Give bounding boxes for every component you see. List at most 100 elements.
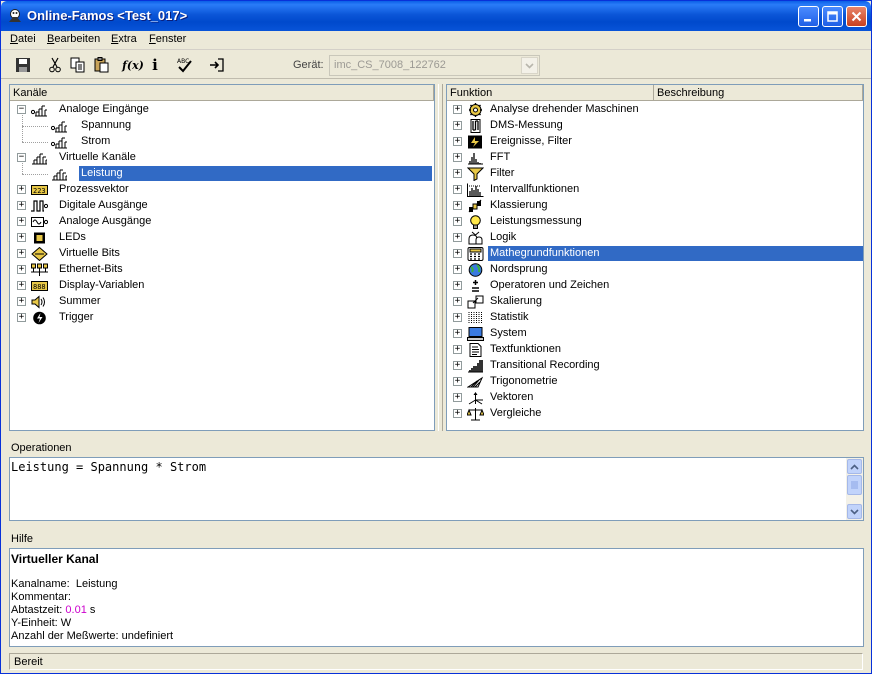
function-item[interactable]: + System xyxy=(447,326,863,342)
function-item[interactable]: + Analyse drehender Maschinen xyxy=(447,102,863,118)
function-item[interactable]: + DMS-Messung xyxy=(447,118,863,134)
expand-icon[interactable]: + xyxy=(453,185,462,194)
vertical-splitter[interactable] xyxy=(438,84,443,431)
function-item[interactable]: + Klassierung xyxy=(447,198,863,214)
channel-item[interactable]: + Analoge Ausgänge xyxy=(10,214,434,230)
expand-icon[interactable]: + xyxy=(453,297,462,306)
operations-editor[interactable]: Leistung = Spannung * Strom xyxy=(11,460,206,474)
function-button[interactable]: f(x) xyxy=(122,55,144,75)
channel-item[interactable]: Strom xyxy=(10,134,434,150)
expand-icon[interactable]: + xyxy=(453,345,462,354)
spellcheck-button[interactable]: ABC xyxy=(175,55,195,75)
expand-icon[interactable]: + xyxy=(453,105,462,114)
function-item[interactable]: + Skalierung xyxy=(447,294,863,310)
channel-item[interactable]: +888 Display-Variablen xyxy=(10,278,434,294)
expand-icon[interactable]: + xyxy=(17,249,26,258)
statistics-icon xyxy=(467,311,484,325)
function-item[interactable]: + Ereignisse, Filter xyxy=(447,134,863,150)
vectors-icon xyxy=(467,391,484,405)
function-item[interactable]: + Operatoren und Zeichen xyxy=(447,278,863,294)
computer-icon xyxy=(467,327,484,341)
channel-item-label: Strom xyxy=(81,135,111,147)
function-item[interactable]: + Textfunktionen xyxy=(447,342,863,358)
scroll-down-button[interactable] xyxy=(847,504,862,519)
expand-icon[interactable]: + xyxy=(17,185,26,194)
digital-output-icon xyxy=(31,199,49,213)
expand-icon[interactable]: + xyxy=(453,137,462,146)
menu-fenster[interactable]: Fenster xyxy=(149,33,186,45)
channels-column-header[interactable]: Kanäle xyxy=(10,85,434,101)
function-item[interactable]: + Mathegrundfunktionen xyxy=(447,246,863,262)
description-column-header[interactable]: Beschreibung xyxy=(654,85,863,101)
expand-icon[interactable]: + xyxy=(453,201,462,210)
channel-item[interactable]: Spannung xyxy=(10,118,434,134)
title-bar[interactable]: Online-Famos <Test_017> xyxy=(1,1,871,31)
function-column-header[interactable]: Funktion xyxy=(447,85,654,101)
expand-icon[interactable]: + xyxy=(453,217,462,226)
function-item[interactable]: + Statistik xyxy=(447,310,863,326)
expand-icon[interactable]: + xyxy=(453,233,462,242)
expand-icon[interactable]: + xyxy=(453,393,462,402)
collapse-icon[interactable]: − xyxy=(17,153,26,162)
collapse-icon[interactable]: − xyxy=(17,105,26,114)
paste-button[interactable] xyxy=(92,55,112,75)
expand-icon[interactable]: + xyxy=(453,169,462,178)
channel-item[interactable]: + Digitale Ausgänge xyxy=(10,198,434,214)
function-item[interactable]: + Intervallfunktionen xyxy=(447,182,863,198)
channel-item[interactable]: + LEDs xyxy=(10,230,434,246)
menu-datei[interactable]: Datei xyxy=(10,33,36,45)
function-item[interactable]: + Trigonometrie xyxy=(447,374,863,390)
expand-icon[interactable]: + xyxy=(17,233,26,242)
channel-item-label: Digitale Ausgänge xyxy=(59,199,148,211)
expand-icon[interactable]: + xyxy=(17,297,26,306)
function-item[interactable]: + Vergleiche xyxy=(447,406,863,422)
expand-icon[interactable]: + xyxy=(17,265,26,274)
scales-icon xyxy=(466,407,485,421)
expand-icon[interactable]: + xyxy=(17,281,26,290)
function-item[interactable]: + Nordsprung xyxy=(447,262,863,278)
function-item[interactable]: + Vektoren xyxy=(447,390,863,406)
function-item[interactable]: + Leistungsmessung xyxy=(447,214,863,230)
function-item[interactable]: + Filter xyxy=(447,166,863,182)
function-item[interactable]: + Transitional Recording xyxy=(447,358,863,374)
expand-icon[interactable]: + xyxy=(453,409,462,418)
channel-item[interactable]: + Summer xyxy=(10,294,434,310)
channel-item[interactable]: − Analoge Eingänge xyxy=(10,102,434,118)
expand-icon[interactable]: + xyxy=(453,281,462,290)
expand-icon[interactable]: + xyxy=(17,201,26,210)
expand-icon[interactable]: + xyxy=(453,153,462,162)
function-item[interactable]: + FFT xyxy=(447,150,863,166)
close-button[interactable] xyxy=(846,6,867,27)
expand-icon[interactable]: + xyxy=(453,377,462,386)
operations-scrollbar[interactable] xyxy=(846,458,863,520)
expand-icon[interactable]: + xyxy=(453,265,462,274)
channel-item[interactable]: + Virtuelle Bits xyxy=(10,246,434,262)
expand-icon[interactable]: + xyxy=(453,361,462,370)
scroll-up-button[interactable] xyxy=(847,459,862,474)
function-item[interactable]: + Logik xyxy=(447,230,863,246)
info-button[interactable]: i xyxy=(145,55,165,75)
function-item-label: Intervallfunktionen xyxy=(490,183,580,195)
channel-item[interactable]: Leistung xyxy=(10,166,434,182)
function-item-label: Textfunktionen xyxy=(490,343,561,355)
expand-icon[interactable]: + xyxy=(453,249,462,258)
menu-bearbeiten[interactable]: Bearbeiten xyxy=(47,33,100,45)
expand-icon[interactable]: + xyxy=(453,121,462,130)
channel-item[interactable]: + Trigger xyxy=(10,310,434,326)
expand-icon[interactable]: + xyxy=(453,313,462,322)
channel-item[interactable]: +223 Prozessvektor xyxy=(10,182,434,198)
scroll-thumb[interactable] xyxy=(847,475,862,495)
expand-icon[interactable]: + xyxy=(17,217,26,226)
copy-button[interactable] xyxy=(68,55,88,75)
cut-button[interactable] xyxy=(45,55,65,75)
expand-icon[interactable]: + xyxy=(453,329,462,338)
channel-item[interactable]: + Ethernet-Bits xyxy=(10,262,434,278)
help-title: Virtueller Kanal xyxy=(11,552,99,566)
maximize-button[interactable] xyxy=(822,6,843,27)
login-button[interactable] xyxy=(207,55,227,75)
expand-icon[interactable]: + xyxy=(17,313,26,322)
save-button[interactable] xyxy=(13,55,33,75)
channel-item[interactable]: − Virtuelle Kanäle xyxy=(10,150,434,166)
minimize-button[interactable] xyxy=(798,6,819,27)
menu-extra[interactable]: Extra xyxy=(111,33,137,45)
